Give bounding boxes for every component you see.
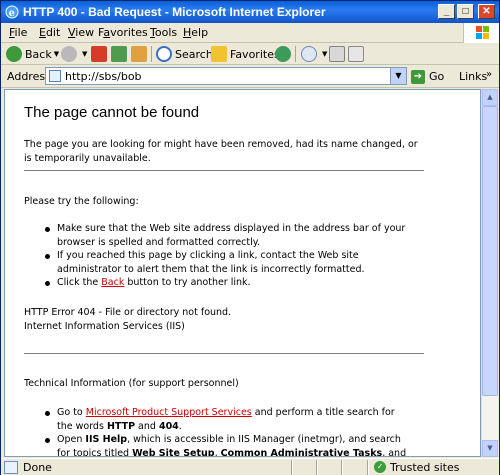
stop-button[interactable] [91, 45, 110, 63]
standard-toolbar: Back ▼ ▼ Search Favorites ▼ [1, 43, 499, 65]
back-icon [6, 46, 22, 62]
try-heading: Please try the following: [24, 196, 139, 207]
links-chevron-icon[interactable]: » [486, 69, 492, 80]
title-bar[interactable]: e HTTP 400 - Bad Request - Microsoft Int… [1, 1, 499, 23]
go-arrow-icon: ➔ [411, 69, 425, 84]
intro-text: The page you are looking for might have … [24, 139, 418, 164]
address-value: http://sbs/bob [65, 70, 142, 83]
divider [24, 353, 424, 354]
page-viewport[interactable]: The page cannot be found The page you ar… [4, 89, 481, 457]
edit-icon [348, 46, 364, 62]
menu-tools[interactable]: Tools [150, 26, 177, 39]
home-button[interactable] [131, 45, 150, 63]
menu-edit[interactable]: Edit [39, 26, 60, 39]
internet-explorer-icon: e [5, 5, 19, 19]
suggestions-list: Make sure that the Web site address disp… [45, 222, 410, 290]
error-code: HTTP Error 404 - File or directory not f… [24, 307, 232, 318]
page-title: The page cannot be found [24, 104, 200, 121]
page-icon [49, 70, 61, 82]
stop-icon [91, 46, 107, 62]
server-name: Internet Information Services (IIS) [24, 320, 185, 332]
svg-text:e: e [9, 8, 15, 19]
scroll-up-icon[interactable]: ▲ [482, 89, 498, 106]
menu-bar: File Edit View Favorites Tools Help [1, 23, 499, 43]
home-icon [131, 46, 147, 62]
search-icon [156, 46, 172, 62]
list-item: Open IIS Help, which is accessible in II… [45, 433, 410, 456]
address-dropdown-icon[interactable]: ▼ [390, 68, 406, 84]
menu-help[interactable]: Help [183, 26, 208, 39]
forward-icon [61, 46, 77, 62]
search-button[interactable]: Search [156, 45, 213, 63]
status-bar: Done ✓ Trusted sites [1, 458, 499, 475]
media-icon [275, 46, 291, 62]
toolbar-separator [151, 46, 152, 62]
list-item: Click the Back button to try another lin… [45, 276, 410, 290]
edit-button[interactable] [348, 45, 367, 63]
window-title: HTTP 400 - Bad Request - Microsoft Inter… [23, 5, 326, 19]
print-button[interactable] [329, 45, 348, 63]
menu-file[interactable]: File [9, 26, 27, 39]
vertical-scrollbar[interactable]: ▲ ▼ [481, 89, 498, 457]
divider [24, 170, 424, 171]
mail-dropdown-icon[interactable]: ▼ [322, 50, 327, 58]
support-services-link[interactable]: Microsoft Product Support Services [86, 407, 252, 418]
status-separator [367, 460, 369, 475]
back-link[interactable]: Back [101, 277, 124, 288]
status-separator [341, 460, 343, 475]
minimize-button[interactable]: _ [438, 4, 455, 19]
security-zone: Trusted sites [390, 461, 460, 474]
trusted-sites-icon: ✓ [374, 461, 386, 473]
status-separator [316, 460, 318, 475]
refresh-icon [111, 46, 127, 62]
address-bar: Address http://sbs/bob ▼ ➔ Go Links » [1, 65, 499, 88]
print-icon [329, 46, 345, 62]
toolbar-separator [295, 46, 296, 62]
tech-heading: Technical Information (for support perso… [24, 378, 239, 389]
refresh-button[interactable] [111, 45, 130, 63]
tech-list: Go to Microsoft Product Support Services… [45, 406, 410, 456]
favorites-button[interactable]: Favorites [211, 45, 280, 63]
menu-favorites[interactable]: Favorites [98, 26, 148, 39]
go-button[interactable]: ➔ Go [411, 68, 451, 85]
address-input[interactable]: http://sbs/bob ▼ [45, 67, 407, 85]
menu-view[interactable]: View [68, 26, 94, 39]
back-dropdown-icon[interactable]: ▼ [54, 50, 59, 58]
mail-icon [301, 46, 317, 62]
forward-button[interactable]: ▼ [61, 45, 87, 63]
list-item: If you reached this page by clicking a l… [45, 249, 410, 276]
scroll-thumb[interactable] [482, 106, 498, 396]
media-button[interactable] [275, 45, 294, 63]
back-button[interactable]: Back ▼ [6, 45, 59, 63]
windows-logo-icon [463, 23, 499, 43]
list-item: Make sure that the Web site address disp… [45, 222, 410, 249]
links-button[interactable]: Links [459, 70, 487, 83]
maximize-button[interactable]: □ [457, 4, 474, 19]
list-item: Go to Microsoft Product Support Services… [45, 406, 410, 433]
browser-window: e HTTP 400 - Bad Request - Microsoft Int… [0, 0, 500, 475]
forward-dropdown-icon[interactable]: ▼ [82, 50, 87, 58]
page-done-icon [4, 461, 18, 474]
status-text: Done [23, 461, 52, 474]
favorites-icon [211, 46, 227, 62]
mail-button[interactable]: ▼ [301, 45, 327, 63]
close-button[interactable]: ✕ [478, 4, 495, 19]
status-separator [291, 460, 293, 475]
scroll-down-icon[interactable]: ▼ [482, 440, 498, 457]
